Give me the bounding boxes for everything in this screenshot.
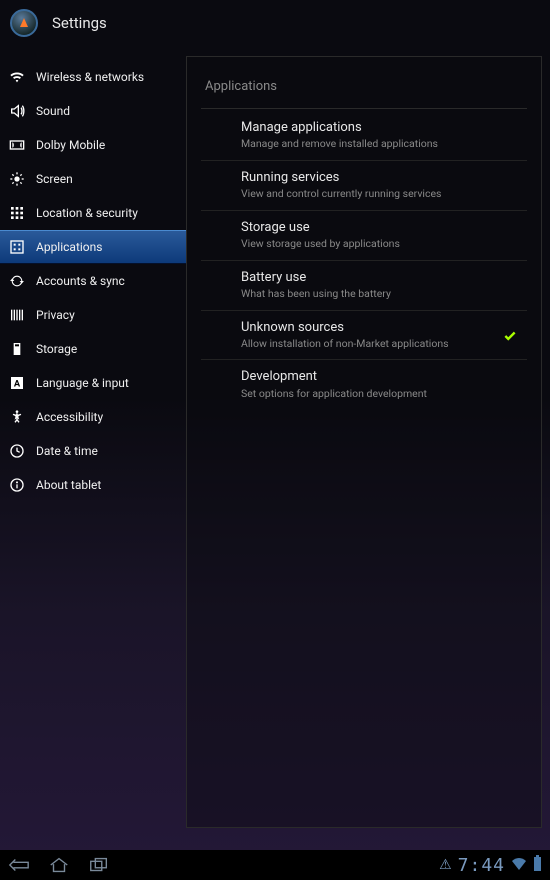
nav-buttons bbox=[8, 856, 110, 874]
privacy-icon bbox=[8, 306, 26, 324]
sidebar-item-label: Date & time bbox=[36, 444, 98, 458]
setting-development[interactable]: Development Set options for application … bbox=[201, 360, 527, 409]
sidebar-item-accessibility[interactable]: Accessibility bbox=[0, 400, 186, 434]
setting-title: Development bbox=[241, 368, 523, 386]
back-button[interactable] bbox=[8, 856, 30, 874]
sidebar-item-label: Privacy bbox=[36, 308, 75, 322]
sidebar-item-location[interactable]: Location & security bbox=[0, 196, 186, 230]
sidebar-item-privacy[interactable]: Privacy bbox=[0, 298, 186, 332]
setting-title: Manage applications bbox=[241, 119, 523, 137]
sidebar-item-label: Storage bbox=[36, 342, 77, 356]
main-area: Wireless & networks Sound Dolby Mobile S… bbox=[0, 46, 550, 850]
settings-app-icon bbox=[10, 9, 38, 37]
setting-title: Storage use bbox=[241, 219, 523, 237]
settings-sidebar: Wireless & networks Sound Dolby Mobile S… bbox=[0, 46, 186, 850]
sidebar-item-screen[interactable]: Screen bbox=[0, 162, 186, 196]
sync-icon bbox=[8, 272, 26, 290]
sidebar-item-label: Screen bbox=[36, 172, 73, 186]
setting-title: Running services bbox=[241, 169, 523, 187]
app-header: Settings bbox=[0, 0, 550, 46]
setting-title: Unknown sources bbox=[241, 319, 523, 337]
setting-manage-applications[interactable]: Manage applications Manage and remove in… bbox=[201, 111, 527, 161]
accessibility-icon bbox=[8, 408, 26, 426]
sidebar-item-wireless[interactable]: Wireless & networks bbox=[0, 60, 186, 94]
setting-subtitle: Manage and remove installed applications bbox=[241, 137, 523, 152]
notification-alert-icon[interactable]: ⚠ bbox=[439, 857, 452, 873]
setting-subtitle: View storage used by applications bbox=[241, 237, 523, 252]
apps-icon bbox=[8, 238, 26, 256]
sidebar-item-storage[interactable]: Storage bbox=[0, 332, 186, 366]
sidebar-item-label: Accessibility bbox=[36, 410, 103, 424]
sidebar-item-label: Accounts & sync bbox=[36, 274, 125, 288]
info-icon bbox=[8, 476, 26, 494]
sidebar-item-about[interactable]: About tablet bbox=[0, 468, 186, 502]
setting-subtitle: What has been using the battery bbox=[241, 287, 523, 302]
sound-icon bbox=[8, 102, 26, 120]
sidebar-item-label: Language & input bbox=[36, 376, 129, 390]
page-title: Settings bbox=[52, 14, 107, 32]
sidebar-item-dolby[interactable]: Dolby Mobile bbox=[0, 128, 186, 162]
setting-title: Battery use bbox=[241, 269, 523, 287]
sidebar-item-applications[interactable]: Applications bbox=[0, 230, 186, 264]
wifi-signal-icon bbox=[511, 856, 527, 875]
wifi-icon bbox=[8, 68, 26, 86]
sidebar-item-sound[interactable]: Sound bbox=[0, 94, 186, 128]
storage-icon bbox=[8, 340, 26, 358]
setting-storage-use[interactable]: Storage use View storage used by applica… bbox=[201, 211, 527, 261]
sidebar-item-language[interactable]: A Language & input bbox=[0, 366, 186, 400]
screen-icon bbox=[8, 170, 26, 188]
sidebar-item-label: Wireless & networks bbox=[36, 70, 144, 84]
battery-icon bbox=[533, 855, 542, 875]
system-statusbar: ⚠ 7:44 bbox=[0, 850, 550, 880]
sidebar-item-label: Location & security bbox=[36, 206, 138, 220]
checkmark-icon[interactable] bbox=[503, 328, 517, 342]
content-section-title: Applications bbox=[201, 67, 527, 109]
setting-running-services[interactable]: Running services View and control curren… bbox=[201, 161, 527, 211]
dolby-icon bbox=[8, 136, 26, 154]
sidebar-item-datetime[interactable]: Date & time bbox=[0, 434, 186, 468]
location-icon bbox=[8, 204, 26, 222]
setting-subtitle: View and control currently running servi… bbox=[241, 187, 523, 202]
home-button[interactable] bbox=[48, 856, 70, 874]
setting-subtitle: Set options for application development bbox=[241, 387, 523, 402]
svg-text:A: A bbox=[14, 378, 21, 389]
sidebar-item-accounts[interactable]: Accounts & sync bbox=[0, 264, 186, 298]
language-icon: A bbox=[8, 374, 26, 392]
setting-unknown-sources[interactable]: Unknown sources Allow installation of no… bbox=[201, 311, 527, 361]
status-right: ⚠ 7:44 bbox=[439, 855, 542, 876]
sidebar-item-label: Dolby Mobile bbox=[36, 138, 105, 152]
setting-subtitle: Allow installation of non-Market applica… bbox=[241, 337, 523, 352]
setting-battery-use[interactable]: Battery use What has been using the batt… bbox=[201, 261, 527, 311]
recent-apps-button[interactable] bbox=[88, 856, 110, 874]
sidebar-item-label: Sound bbox=[36, 104, 70, 118]
sidebar-item-label: About tablet bbox=[36, 478, 101, 492]
clock-icon bbox=[8, 442, 26, 460]
sidebar-item-label: Applications bbox=[36, 240, 102, 254]
content-panel: Applications Manage applications Manage … bbox=[186, 56, 542, 828]
clock-time[interactable]: 7:44 bbox=[458, 855, 505, 876]
